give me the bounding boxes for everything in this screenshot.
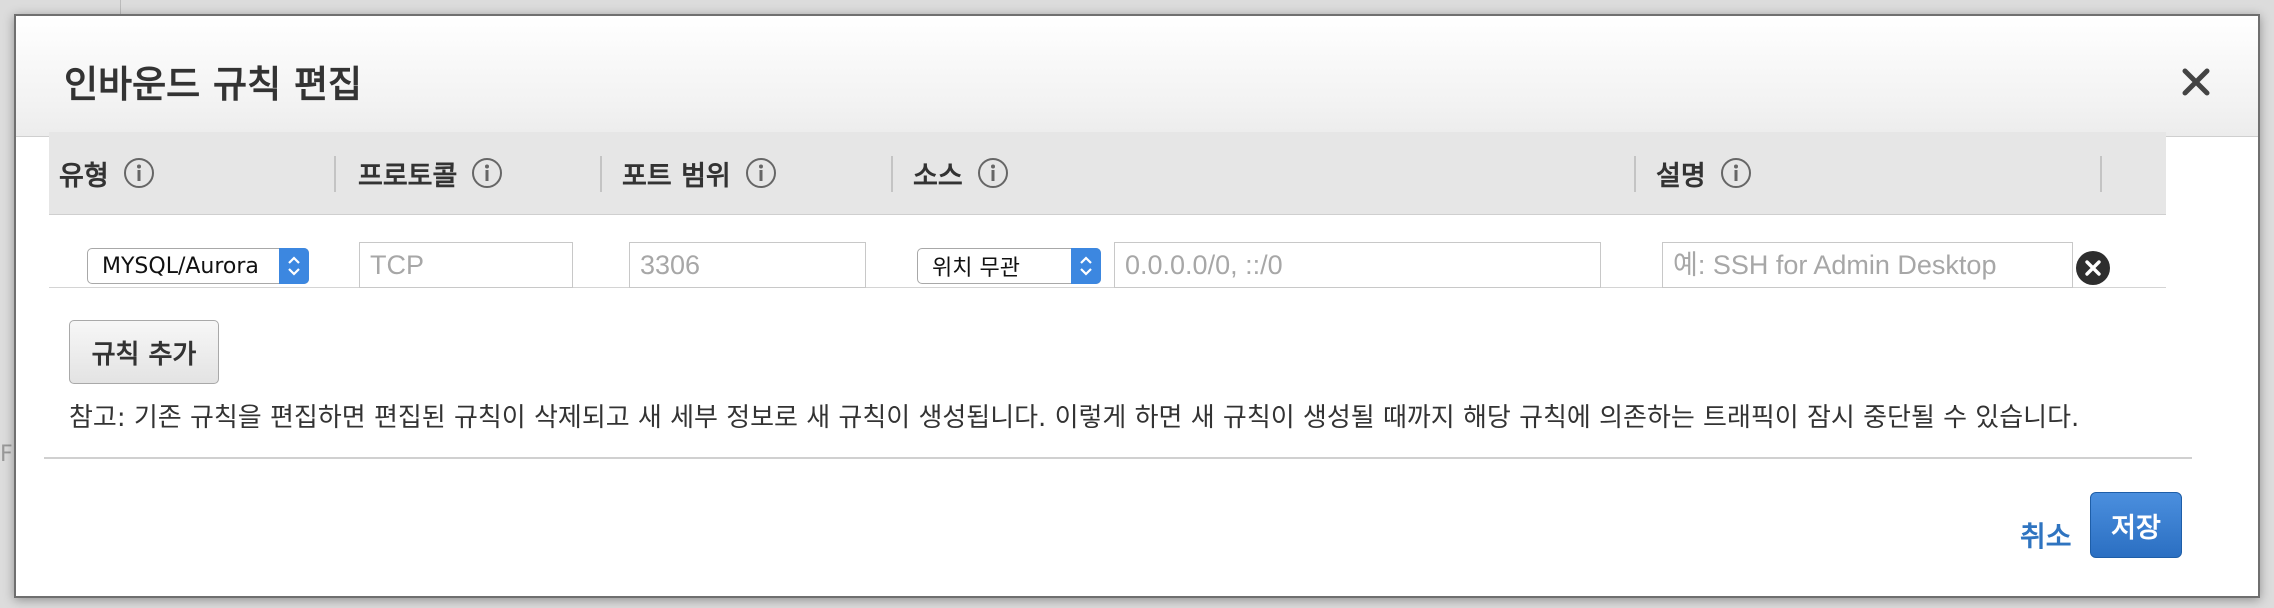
- info-icon[interactable]: [745, 157, 777, 189]
- edit-note: 참고: 기존 규칙을 편집하면 편집된 규칙이 삭제되고 새 세부 정보로 새 …: [69, 403, 2080, 433]
- column-header-protocol: 프로토콜: [358, 132, 503, 214]
- info-icon[interactable]: [123, 157, 155, 189]
- column-separator: [1634, 156, 1636, 192]
- port-range-field: [629, 242, 866, 288]
- column-header-source: 소스: [913, 132, 1009, 214]
- column-header-label: 소스: [913, 160, 963, 192]
- edit-inbound-rules-dialog: 인바운드 규칙 편집: [14, 14, 2260, 598]
- column-separator: [600, 156, 602, 192]
- save-button[interactable]: 저장: [2090, 492, 2182, 558]
- add-rule-button[interactable]: 규칙 추가: [69, 320, 219, 384]
- type-select-value: MYSQL/Aurora: [102, 253, 259, 279]
- type-select[interactable]: MYSQL/Aurora: [87, 248, 309, 284]
- chevron-up-down-icon: [1071, 248, 1101, 284]
- protocol-field: [359, 242, 573, 288]
- source-type-select-value: 위치 무관: [932, 256, 1020, 281]
- source-cidr-input[interactable]: [1114, 242, 1601, 288]
- remove-rule-icon[interactable]: [2075, 250, 2111, 286]
- info-icon[interactable]: [1720, 157, 1752, 189]
- dialog-header: 인바운드 규칙 편집: [16, 16, 2258, 137]
- info-icon[interactable]: [977, 157, 1009, 189]
- column-header-label: 포트 범위: [622, 160, 731, 192]
- source-type-select[interactable]: 위치 무관: [917, 248, 1101, 284]
- cancel-button[interactable]: 취소: [2020, 515, 2072, 555]
- column-separator: [334, 156, 336, 192]
- table-row: MYSQL/Aurora 위치 무관: [49, 215, 2166, 288]
- column-header-label: 프로토콜: [358, 160, 458, 192]
- column-header-port-range: 포트 범위: [622, 132, 777, 214]
- column-separator: [2100, 156, 2102, 192]
- column-header-type: 유형: [59, 132, 155, 214]
- column-header-label: 설명: [1656, 160, 1706, 192]
- rules-table-header: 유형 프로토콜 포트 범위 소스 설명: [49, 132, 2166, 215]
- column-header-label: 유형: [59, 160, 109, 192]
- backdrop-text: F: [0, 442, 13, 467]
- backdrop-divider: [120, 0, 121, 14]
- footer-divider: [44, 457, 2192, 459]
- column-header-description: 설명: [1656, 132, 1752, 214]
- info-icon[interactable]: [471, 157, 503, 189]
- close-icon[interactable]: [2176, 62, 2216, 102]
- chevron-up-down-icon: [279, 248, 309, 284]
- dialog-title: 인바운드 규칙 편집: [64, 63, 363, 106]
- column-separator: [891, 156, 893, 192]
- description-input[interactable]: [1662, 242, 2073, 288]
